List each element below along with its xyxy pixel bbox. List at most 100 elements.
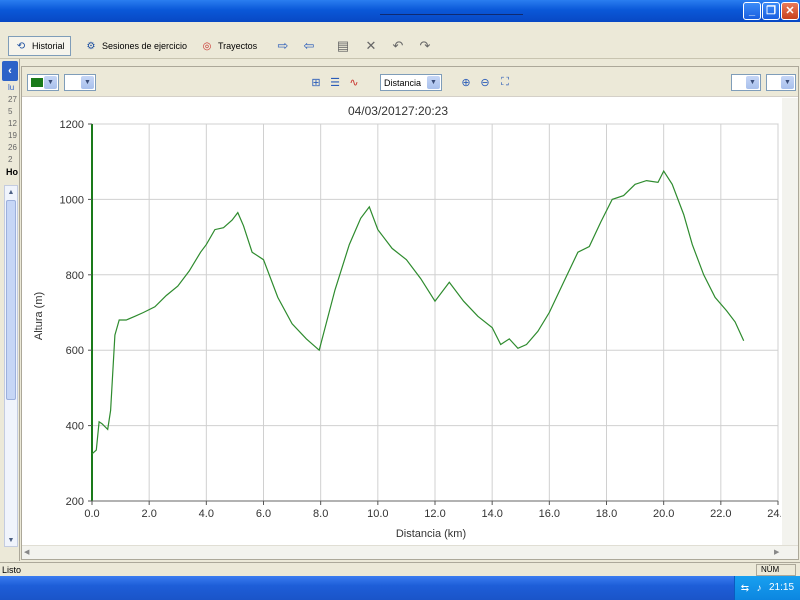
chevron-down-icon: ▼: [781, 76, 794, 89]
zoom-in-button[interactable]: ⊕: [459, 75, 473, 89]
clock: 21:15: [769, 582, 795, 593]
calendar-week-4[interactable]: 19: [8, 131, 17, 140]
y-tick-label: 600: [66, 345, 84, 357]
redo-button[interactable]: ↷: [416, 38, 434, 54]
calendar-week-3[interactable]: 12: [8, 119, 17, 128]
x-tick-label: 24.0: [767, 508, 781, 520]
y-tick-label: 1200: [60, 119, 84, 131]
status-text: Listo: [2, 565, 22, 575]
x-tick-label: 2.0: [142, 508, 157, 520]
chart-horizontal-scrollbar[interactable]: ◀ ▶: [22, 545, 798, 559]
x-tick-label: 4.0: [199, 508, 214, 520]
import-button[interactable]: ⇨: [274, 38, 292, 54]
import-icon: ⇨: [277, 38, 289, 53]
sesiones-button[interactable]: ⚙ Sesiones de ejercicio: [78, 36, 193, 56]
left-panel-scrollbar[interactable]: ▲ ▼: [4, 185, 18, 547]
zoom-in-icon: ⊕: [461, 76, 471, 89]
maximize-button[interactable]: ❐: [762, 2, 780, 20]
minimize-button[interactable]: _: [743, 2, 761, 20]
historial-button[interactable]: ⟲ Historial: [8, 36, 71, 56]
y-tick-label: 400: [66, 421, 84, 433]
elevation-chart[interactable]: 0.0 2.0 4.0 6.0 8.0 10.0 12.0 14.0 16.0 18.0 20.0 2…: [26, 98, 789, 545]
right-select-2[interactable]: ▼: [766, 74, 796, 91]
left-panel: ‹ lu 27 5 12 19 26 2 Ho ▲ ▼: [0, 59, 20, 561]
sessions-icon: ⚙: [86, 40, 96, 52]
calendar-nav-button[interactable]: ‹: [2, 61, 18, 81]
series-select[interactable]: ▼: [64, 74, 96, 91]
calendar-week-5[interactable]: 26: [8, 143, 17, 152]
calendar-week-1[interactable]: 27: [8, 95, 17, 104]
trayectos-button[interactable]: ◎ Trayectos: [194, 36, 263, 56]
scroll-right-icon[interactable]: ▶: [774, 548, 779, 556]
chart-area[interactable]: 0.0 2.0 4.0 6.0 8.0 10.0 12.0 14.0 16.0 18.0 20.0 2…: [26, 98, 789, 545]
y-tick-label: 200: [66, 496, 84, 508]
x-tick-label: 20.0: [653, 508, 674, 520]
close-icon: ✕: [785, 4, 795, 17]
zoom-fit-button[interactable]: ⛶: [498, 75, 512, 89]
title-decoration: [380, 14, 523, 15]
numlock-indicator: NÚM: [756, 564, 796, 576]
y-tick-label: 1000: [60, 194, 84, 206]
trayectos-label: Trayectos: [218, 41, 258, 51]
menu-strip: [0, 22, 800, 33]
calendar-day-header: lu: [8, 83, 15, 92]
delete-button[interactable]: ✕: [362, 38, 380, 54]
sesiones-label: Sesiones de ejercicio: [102, 41, 188, 51]
series-line-altitude: [91, 169, 745, 455]
maximize-icon: ❐: [766, 4, 776, 17]
gridlines-icon: ☰: [330, 76, 340, 89]
chart-ticks: 0.0 2.0 4.0 6.0 8.0 10.0 12.0 14.0 16.0 18.0 20.0 2…: [60, 119, 789, 520]
chevron-down-icon: ▼: [81, 76, 94, 89]
x-tick-label: 14.0: [481, 508, 502, 520]
chevron-down-icon: ▼: [746, 76, 759, 89]
x-tick-label: 10.0: [367, 508, 388, 520]
system-tray: ⇆ ♪ 21:15: [734, 576, 800, 600]
scroll-up-icon[interactable]: ▲: [5, 186, 17, 198]
x-tick-label: 12.0: [424, 508, 445, 520]
wave-icon: ∿: [349, 76, 359, 89]
x-axis-label: Distancia (km): [396, 528, 466, 540]
right-select-1[interactable]: ▼: [731, 74, 761, 91]
volume-icon[interactable]: ♪: [753, 582, 765, 594]
series-color-swatch: [31, 78, 43, 87]
close-button[interactable]: ✕: [781, 2, 799, 20]
chart-title: 04/03/20127:20:23: [348, 104, 448, 118]
scroll-left-icon[interactable]: ◀: [24, 548, 29, 556]
left-panel-scroll-thumb[interactable]: [6, 200, 16, 400]
calendar-week-6[interactable]: 2: [8, 155, 12, 164]
crosshair-icon: ⊞: [311, 76, 321, 89]
zoom-out-button[interactable]: ⊖: [478, 75, 492, 89]
chart-grid: [91, 123, 779, 502]
chart-toolbar: ▼ ▼ ⊞ ☰ ∿ Distancia ▼ ⊕ ⊖ ⛶ ▼ ▼: [22, 67, 798, 97]
chevron-down-icon: ▼: [427, 76, 440, 89]
export-icon: ⇦: [303, 38, 315, 53]
chart-vertical-scrollbar[interactable]: [782, 98, 798, 545]
x-tick-label: 8.0: [313, 508, 328, 520]
gridlines-button[interactable]: ☰: [328, 75, 342, 89]
xaxis-select-value: Distancia: [384, 77, 422, 88]
zoom-fit-icon: ⛶: [501, 75, 509, 88]
redo-icon: ↷: [419, 38, 431, 53]
smooth-button[interactable]: ∿: [347, 75, 361, 89]
copy-button[interactable]: ▤: [334, 38, 352, 54]
zoom-out-icon: ⊖: [480, 76, 490, 89]
y-axis-label: Altura (m): [33, 292, 45, 340]
calendar-week-2[interactable]: 5: [8, 107, 12, 116]
xaxis-select[interactable]: Distancia ▼: [380, 74, 442, 91]
history-icon: ⟲: [16, 40, 26, 52]
series-color-select[interactable]: ▼: [27, 74, 59, 91]
undo-button[interactable]: ↶: [389, 38, 407, 54]
window-title-bar: _ ❐ ✕: [0, 0, 800, 22]
main-toolbar: ⟲ Historial ⚙ Sesiones de ejercicio ◎ Tr…: [0, 33, 800, 59]
routes-icon: ◎: [202, 40, 212, 52]
x-tick-label: 16.0: [539, 508, 560, 520]
status-bar: Listo NÚM: [0, 562, 800, 576]
scroll-down-icon[interactable]: ▼: [5, 534, 17, 546]
network-icon[interactable]: ⇆: [739, 582, 751, 594]
today-label[interactable]: Ho: [6, 167, 18, 177]
minimize-icon: _: [748, 4, 756, 17]
taskbar: ⇆ ♪ 21:15: [0, 576, 800, 600]
export-button[interactable]: ⇦: [300, 38, 318, 54]
crosshair-button[interactable]: ⊞: [309, 75, 323, 89]
chevron-left-icon: ‹: [8, 65, 12, 77]
